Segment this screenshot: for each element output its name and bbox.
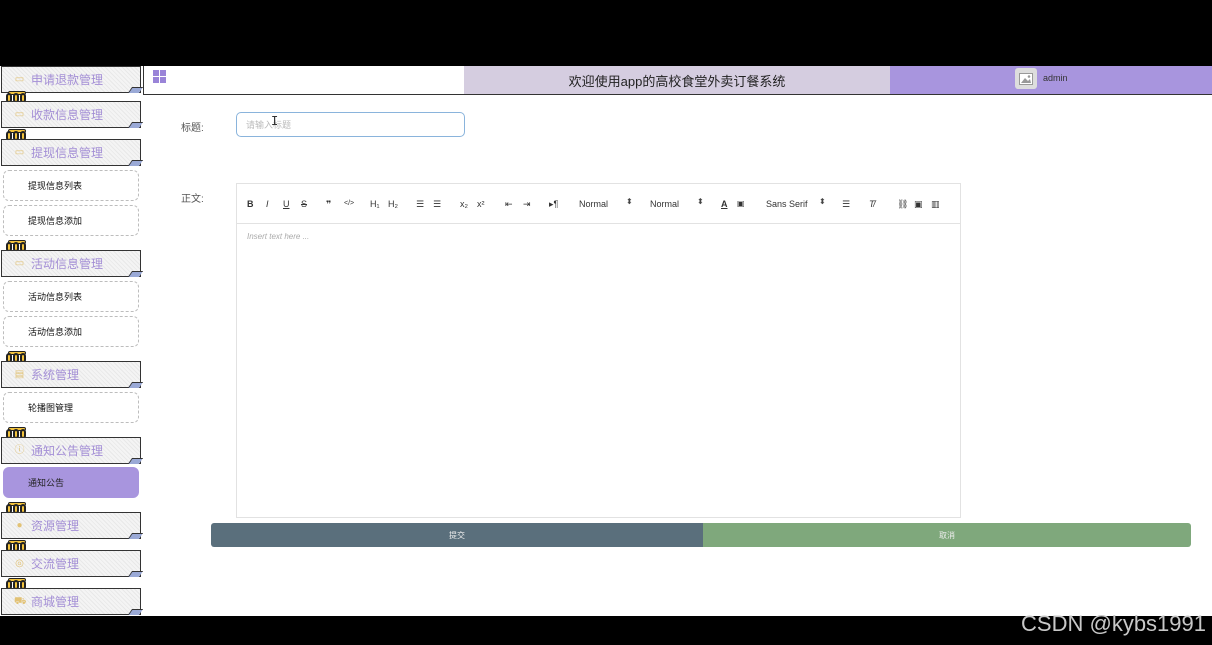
cart-icon: ⛟ (14, 596, 27, 607)
username: admin (1043, 73, 1068, 83)
image-icon (1019, 72, 1033, 85)
clear-format-icon[interactable]: T̸ (869, 198, 875, 210)
menu-notice[interactable]: ⓘ 通知公告管理 (1, 437, 141, 464)
sidebar: ▭ 申请退款管理 ▭ 收款信息管理 ▭ 提现信息管理 提现信息列表 提现信息添加… (0, 66, 143, 616)
menu-resource[interactable]: ● 资源管理 (1, 512, 141, 539)
header-select[interactable]: Normal (650, 198, 679, 210)
image-icon[interactable]: ▣ (914, 198, 923, 210)
menu-system[interactable]: ▤ 系统管理 (1, 361, 141, 388)
menu-shop[interactable]: ⛟ 商城管理 (1, 588, 141, 615)
sidebar-item-carousel[interactable]: 轮播图管理 (3, 392, 139, 423)
chat-icon: ◎ (15, 558, 24, 569)
video-icon[interactable]: ▥ (931, 198, 940, 210)
menu-activity[interactable]: ▭ 活动信息管理 (1, 250, 141, 277)
editor-content[interactable]: Insert text here ... (247, 232, 309, 241)
menu-withdraw[interactable]: ▭ 提现信息管理 (1, 139, 141, 166)
menu-label: 提现信息管理 (31, 146, 104, 160)
rich-text-editor: B I U S ❞ </> H₁ H₂ ☰ ☰ x₂ x² ⇤ ⇥ ▸¶ Nor… (236, 183, 961, 518)
subscript-button[interactable]: x₂ (460, 198, 468, 210)
avatar[interactable] (1015, 68, 1037, 89)
font-color-icon[interactable]: A (721, 198, 728, 210)
chevron-updown-icon: ⬍ (697, 197, 704, 206)
list-icon: ▤ (14, 369, 25, 380)
grid-icon (153, 77, 159, 83)
sidebar-item-notice[interactable]: 通知公告 (3, 467, 139, 498)
grid-icon (160, 70, 166, 76)
code-block-button[interactable]: </> (344, 198, 354, 210)
calendar-icon: ▭ (14, 109, 25, 120)
menu-label: 申请退款管理 (31, 73, 104, 87)
top-header: 欢迎使用app的高校食堂外卖订餐系统 admin (143, 66, 1212, 95)
menu-label: 收款信息管理 (31, 108, 104, 122)
info-icon: ⓘ (14, 445, 25, 456)
text-direction-button[interactable]: ▸¶ (549, 198, 558, 210)
grid-icon (153, 70, 159, 76)
font-select[interactable]: Sans Serif (766, 198, 808, 210)
sidebar-item-withdraw-list[interactable]: 提现信息列表 (3, 170, 139, 201)
text-cursor-icon: I (271, 114, 279, 128)
strike-button[interactable]: S (301, 198, 307, 210)
chevron-updown-icon: ⬍ (819, 197, 826, 206)
menu-refund[interactable]: ▭ 申请退款管理 (1, 66, 141, 93)
sidebar-item-activity-list[interactable]: 活动信息列表 (3, 281, 139, 312)
blockquote-button[interactable]: ❞ (326, 198, 331, 210)
cancel-button[interactable]: 取消 (703, 523, 1191, 547)
align-icon[interactable]: ☰ (842, 198, 850, 210)
menu-chat[interactable]: ◎ 交流管理 (1, 550, 141, 577)
app-window: ▭ 申请退款管理 ▭ 收款信息管理 ▭ 提现信息管理 提现信息列表 提现信息添加… (0, 66, 1212, 616)
menu-label: 资源管理 (31, 519, 80, 533)
grid-icon (160, 77, 166, 83)
chevron-updown-icon: ⬍ (626, 197, 633, 206)
superscript-button[interactable]: x² (477, 198, 485, 210)
background-color-icon[interactable]: ▣ (737, 198, 745, 210)
user-area[interactable]: admin (890, 66, 1212, 94)
page-title: 欢迎使用app的高校食堂外卖订餐系统 (464, 66, 890, 94)
watermark: CSDN @kybs1991 (1021, 611, 1206, 636)
calendar-icon: ▭ (14, 258, 25, 269)
sidebar-item-withdraw-add[interactable]: 提现信息添加 (3, 205, 139, 236)
content-label: 正文: (181, 194, 204, 205)
location-icon: ● (16, 520, 23, 531)
bold-button[interactable]: B (247, 198, 254, 210)
h2-button[interactable]: H₂ (388, 198, 398, 210)
menu-label: 系统管理 (31, 368, 80, 382)
bullet-list-button[interactable]: ☰ (433, 198, 441, 210)
calendar-icon: ▭ (14, 147, 25, 158)
editor-toolbar: B I U S ❞ </> H₁ H₂ ☰ ☰ x₂ x² ⇤ ⇥ ▸¶ Nor… (237, 184, 960, 224)
sidebar-item-activity-add[interactable]: 活动信息添加 (3, 316, 139, 347)
size-select[interactable]: Normal (579, 198, 608, 210)
menu-label: 商城管理 (31, 595, 80, 609)
menu-toggle[interactable] (143, 66, 464, 94)
indent-button[interactable]: ⇥ (523, 198, 531, 210)
italic-button[interactable]: I (266, 198, 269, 210)
outdent-button[interactable]: ⇤ (505, 198, 513, 210)
title-label: 标题: (181, 123, 204, 134)
screen: ▭ 申请退款管理 ▭ 收款信息管理 ▭ 提现信息管理 提现信息列表 提现信息添加… (0, 0, 1212, 645)
h1-button[interactable]: H₁ (370, 198, 380, 210)
menu-label: 通知公告管理 (31, 444, 104, 458)
menu-label: 活动信息管理 (31, 257, 104, 271)
submit-button[interactable]: 提交 (211, 523, 703, 547)
menu-label: 交流管理 (31, 557, 80, 571)
calendar-icon: ▭ (14, 74, 25, 85)
underline-button[interactable]: U (283, 198, 290, 210)
ordered-list-button[interactable]: ☰ (416, 198, 424, 210)
menu-payment[interactable]: ▭ 收款信息管理 (1, 101, 141, 128)
link-icon[interactable]: ⛓ (897, 198, 908, 210)
